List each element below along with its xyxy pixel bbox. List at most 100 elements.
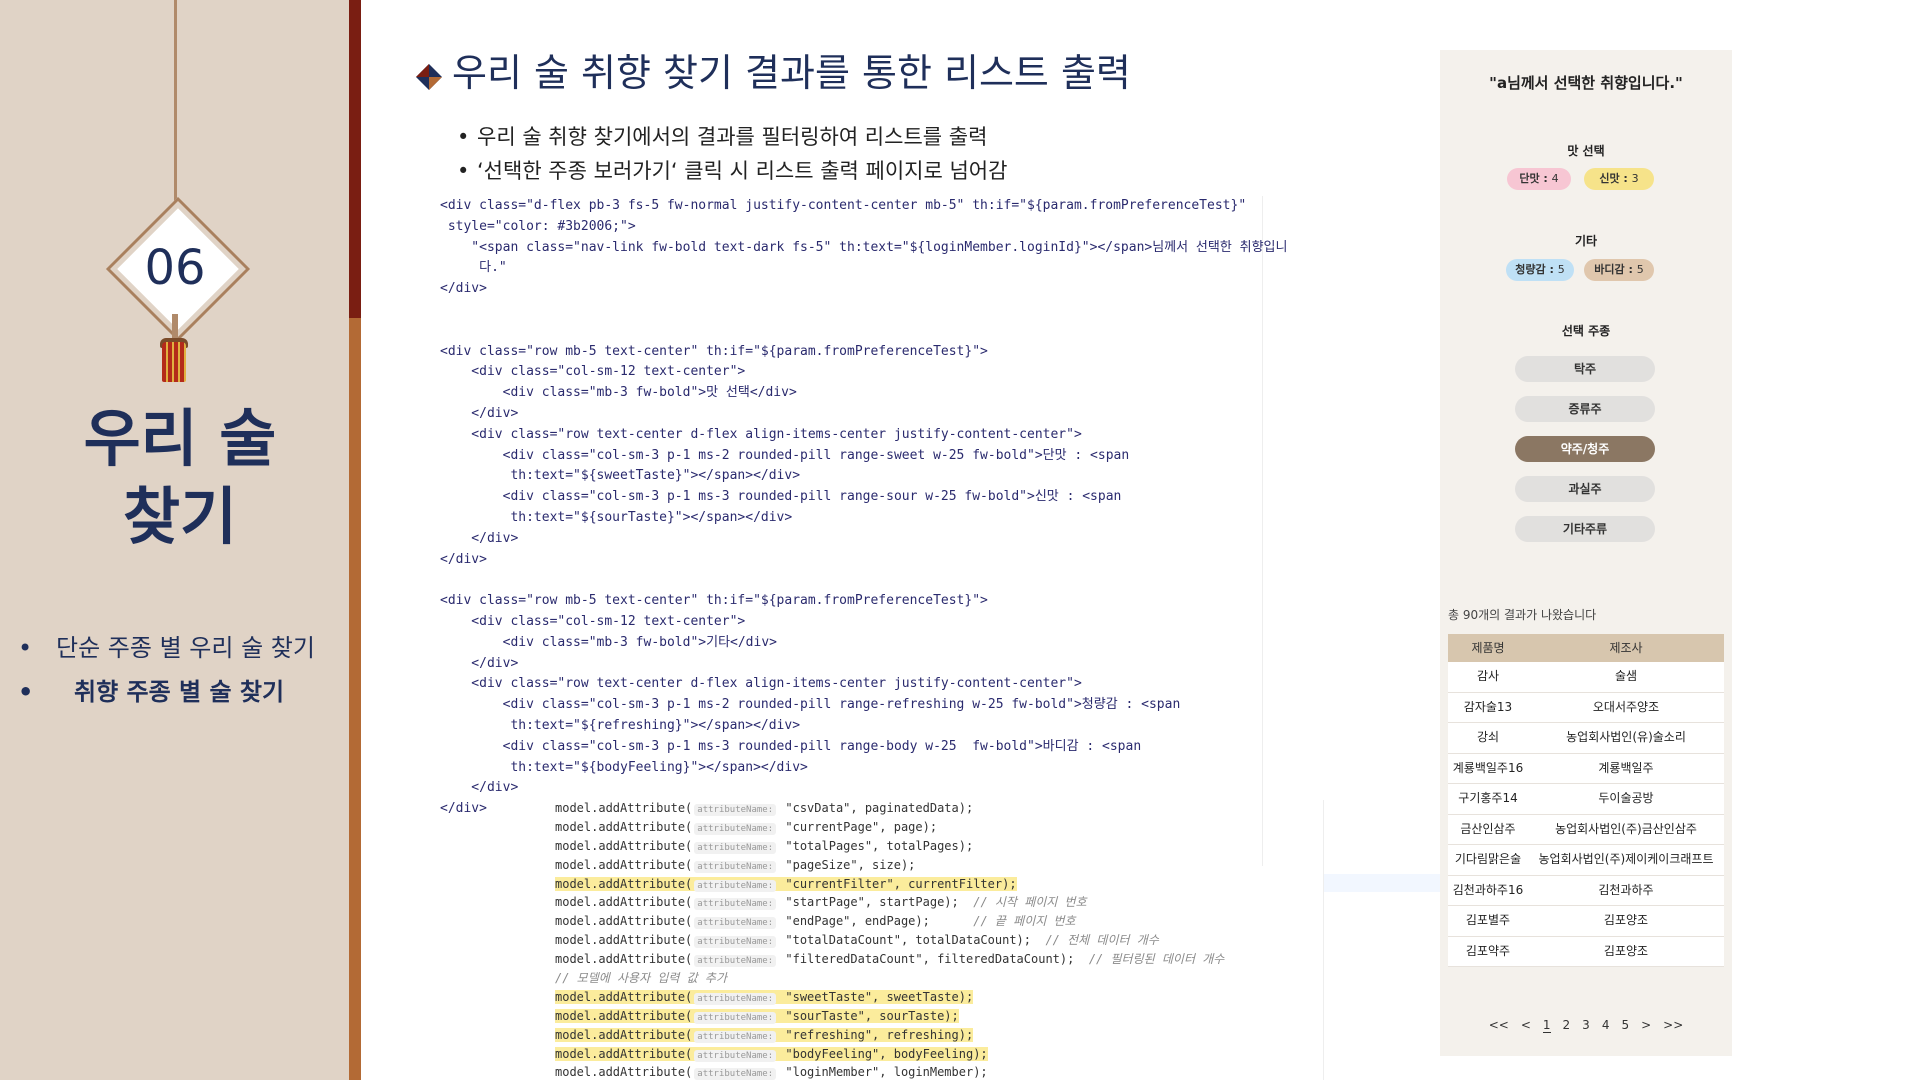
parameter-hint: attributeName: bbox=[694, 898, 777, 911]
ornament-cord bbox=[174, 0, 177, 210]
type-option-etc[interactable]: 기타주류 bbox=[1515, 516, 1655, 542]
table-row[interactable]: 김천과하주16 김천과하주 bbox=[1448, 875, 1724, 906]
table-row[interactable]: 강쇠 농업회사법인(유)술소리 bbox=[1448, 723, 1724, 754]
type-option-yakju[interactable]: 약주/청주 bbox=[1515, 436, 1655, 462]
page-link[interactable]: << bbox=[1489, 1018, 1509, 1032]
parameter-hint: attributeName: bbox=[694, 955, 777, 968]
sidebar-item-preference-search[interactable]: 취향 주종 별 술 찾기 bbox=[18, 670, 315, 714]
code-line: model.addAttribute(attributeName: "login… bbox=[553, 1063, 1323, 1082]
code-line: <div class="row text-center d-flex align… bbox=[440, 426, 1082, 442]
table-row[interactable]: 김포별주 김포양조 bbox=[1448, 906, 1724, 937]
code-text: model.addAttribute( bbox=[555, 1046, 693, 1061]
code-text: model.addAttribute( bbox=[555, 819, 693, 834]
parameter-hint: attributeName: bbox=[694, 860, 777, 873]
result-table: 제품명 제조사 감사 술샘 감자술13 오대서주양조 강쇠 농업회사법인(유)술소리 계룡백… bbox=[1448, 634, 1724, 967]
code-comment: // 모델에 사용자 입력 값 추가 bbox=[555, 971, 728, 986]
code-line: <div class="mb-3 fw-bold">맛 선택</div> bbox=[440, 385, 797, 401]
code-text: model.addAttribute( bbox=[555, 876, 693, 891]
code-line: model.addAttribute(attributeName: "endPa… bbox=[553, 912, 1323, 931]
sweet-pill: 단맛 : 4 bbox=[1507, 168, 1571, 190]
code-line: model.addAttribute(attributeName: "sourT… bbox=[553, 1007, 1323, 1026]
type-option-takju[interactable]: 탁주 bbox=[1515, 356, 1655, 382]
description-item: 우리 술 취향 찾기에서의 결과를 필터링하여 리스트를 출력 bbox=[455, 120, 1007, 154]
table-row[interactable]: 계룡백일주16 계룡백일주 bbox=[1448, 753, 1724, 784]
table-row[interactable]: 김포약주 김포양조 bbox=[1448, 936, 1724, 967]
code-comment: // 끝 페이지 번호 bbox=[973, 914, 1076, 929]
code-text: "sweetTaste", sweetTaste); bbox=[778, 989, 974, 1004]
taste-section-label: 맛 선택 bbox=[1567, 144, 1605, 158]
table-row[interactable]: 감사 술샘 bbox=[1448, 662, 1724, 693]
code-line: model.addAttribute(attributeName: "curre… bbox=[553, 818, 1323, 837]
parameter-hint: attributeName: bbox=[694, 1068, 777, 1081]
code-text: "bodyFeeling", bodyFeeling); bbox=[778, 1046, 988, 1061]
parameter-hint: attributeName: bbox=[694, 841, 777, 854]
sweet-value: 4 bbox=[1551, 172, 1559, 185]
code-line: </div> bbox=[440, 281, 487, 297]
type-option-distilled[interactable]: 증류주 bbox=[1515, 396, 1655, 422]
code-text: model.addAttribute( bbox=[555, 1065, 693, 1080]
code-comment: // 필터링된 데이터 개수 bbox=[1088, 952, 1225, 967]
page-link[interactable]: < bbox=[1521, 1018, 1531, 1032]
page-link[interactable]: > bbox=[1641, 1018, 1651, 1032]
column-header-product: 제품명 bbox=[1471, 641, 1505, 655]
code-text: model.addAttribute( bbox=[555, 1027, 693, 1042]
page-link[interactable]: 2 bbox=[1563, 1018, 1571, 1032]
code-line: model.addAttribute(attributeName: "pageS… bbox=[553, 856, 1323, 875]
code-line: style="color: #3b2006;"> bbox=[440, 218, 636, 234]
code-line: model.addAttribute(attributeName: "filte… bbox=[553, 950, 1323, 969]
type-option-fruit[interactable]: 과실주 bbox=[1515, 476, 1655, 502]
product-name-cell: 김포별주 bbox=[1465, 913, 1511, 927]
product-name-cell: 김천과하주16 bbox=[1452, 882, 1524, 897]
code-line: <div class="col-sm-3 p-1 ms-3 rounded-pi… bbox=[440, 489, 1122, 505]
code-text: "csvData", paginatedData); bbox=[778, 801, 974, 815]
page-link[interactable]: 4 bbox=[1602, 1018, 1610, 1032]
code-line: model.addAttribute(attributeName: "bodyF… bbox=[553, 1045, 1323, 1064]
code-text: "currentFilter", currentFilter); bbox=[778, 876, 1017, 891]
page-link[interactable]: 1 bbox=[1542, 1018, 1551, 1033]
code-text: model.addAttribute( bbox=[555, 933, 693, 948]
page-title: 우리 술 취향 찾기 결과를 통한 리스트 출력 bbox=[452, 51, 1131, 95]
maker-cell: 김포양조 bbox=[1603, 913, 1649, 927]
html-code-block: <div class="d-flex pb-3 fs-5 fw-normal j… bbox=[440, 196, 1288, 820]
table-row[interactable]: 감자술13 오대서주양조 bbox=[1448, 692, 1724, 723]
code-line: // 모델에 사용자 입력 값 추가 bbox=[553, 969, 1323, 988]
diamond-bullet-icon bbox=[416, 64, 442, 90]
sidebar-item-simple-search[interactable]: 단순 주종 별 우리 술 찾기 bbox=[18, 626, 315, 670]
sidebar-stripe-dark bbox=[349, 0, 361, 318]
code-line: model.addAttribute(attributeName: "sweet… bbox=[553, 988, 1323, 1007]
page-link[interactable]: >> bbox=[1663, 1018, 1683, 1032]
sidebar-title: 우리 술 찾기 bbox=[20, 400, 340, 556]
product-name-cell: 감자술13 bbox=[1463, 699, 1513, 714]
page-link[interactable]: 5 bbox=[1621, 1018, 1629, 1032]
description-list: 우리 술 취향 찾기에서의 결과를 필터링하여 리스트를 출력 ‘선택한 주종 … bbox=[455, 120, 1007, 188]
code-line: <div class="d-flex pb-3 fs-5 fw-normal j… bbox=[440, 198, 1247, 213]
body-pill: 바디감 : 5 bbox=[1584, 259, 1654, 281]
parameter-hint: attributeName: bbox=[694, 1011, 777, 1024]
code-line: <div class="row mb-5 text-center" th:if=… bbox=[440, 593, 988, 609]
code-text: "loginMember", loginMember); bbox=[778, 1065, 988, 1080]
code-line: "<span class="nav-link fw-bold text-dark… bbox=[440, 239, 1288, 255]
code-text: model.addAttribute( bbox=[555, 801, 693, 815]
parameter-hint: attributeName: bbox=[694, 1030, 777, 1043]
column-header-maker: 제조사 bbox=[1609, 641, 1643, 655]
code-line: </div> bbox=[440, 530, 519, 546]
parameter-hint: attributeName: bbox=[694, 992, 777, 1005]
product-name-cell: 강쇠 bbox=[1476, 730, 1500, 744]
code-line: </div> bbox=[440, 551, 487, 567]
code-line: </div> bbox=[440, 405, 519, 421]
page-link[interactable]: 3 bbox=[1582, 1018, 1590, 1032]
code-line: <div class="col-sm-3 p-1 ms-2 rounded-pi… bbox=[440, 697, 1181, 713]
sidebar-menu: 단순 주종 별 우리 술 찾기 취향 주종 별 술 찾기 bbox=[18, 626, 315, 714]
code-line: <div class="row text-center d-flex align… bbox=[440, 676, 1082, 692]
product-name-cell: 구기홍주14 bbox=[1458, 791, 1518, 805]
code-line: model.addAttribute(attributeName: "total… bbox=[553, 931, 1323, 950]
code-text: model.addAttribute( bbox=[555, 952, 693, 967]
code-guide-line bbox=[1323, 800, 1324, 1080]
table-row[interactable]: 구기홍주14 두이술공방 bbox=[1448, 784, 1724, 815]
body-value: 5 bbox=[1636, 263, 1644, 276]
java-code-block: model.addAttribute(attributeName: "csvDa… bbox=[553, 799, 1323, 1082]
table-row[interactable]: 금산인삼주 농업회사법인(주)금산인삼주 bbox=[1448, 814, 1724, 845]
table-row[interactable]: 기다림맑은술 농업회사법인(주)제이케이크래프트 bbox=[1448, 845, 1724, 876]
etc-section-label: 기타 bbox=[1574, 234, 1598, 248]
